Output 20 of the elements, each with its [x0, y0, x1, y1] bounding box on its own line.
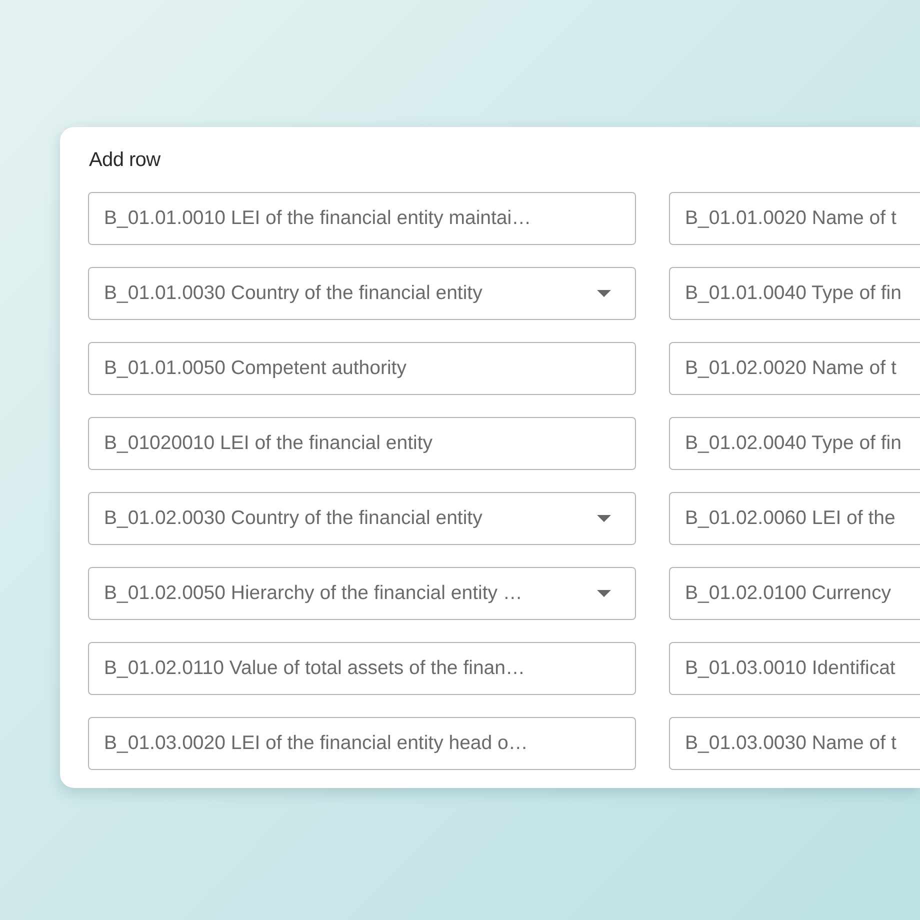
dropdown-field[interactable]: B_01.02.0050 Hierarchy of the financial entity …: [88, 567, 636, 620]
dropdown-field[interactable]: B_01.01.0030 Country of the financial entity: [88, 267, 636, 320]
input-field[interactable]: B_01.03.0010 Identificat: [669, 642, 920, 695]
card-title: Add row: [88, 149, 162, 172]
input-field[interactable]: B_01.02.0020 Name of t: [669, 342, 920, 395]
input-field[interactable]: B_01020010 LEI of the financial entity: [88, 417, 636, 470]
input-field[interactable]: B_01.03.0030 Name of t: [669, 717, 920, 770]
dropdown-field[interactable]: B_01.02.0030 Country of the financial entity: [88, 492, 636, 545]
input-field[interactable]: B_01.03.0020 LEI of the financial entity head o…: [88, 717, 636, 770]
input-field[interactable]: B_01.01.0040 Type of fin: [669, 267, 920, 320]
input-field[interactable]: B_01.02.0100 Currency: [669, 567, 920, 620]
input-field[interactable]: B_01.02.0110 Value of total assets of the finan…: [88, 642, 636, 695]
caret-icon: [597, 590, 611, 597]
input-field[interactable]: B_01.02.0040 Type of fin: [669, 417, 920, 470]
input-field[interactable]: B_01.01.0020 Name of t: [669, 192, 920, 245]
input-field[interactable]: B_01.01.0050 Competent authority: [88, 342, 636, 395]
caret-icon: [597, 290, 611, 297]
input-field[interactable]: B_01.02.0060 LEI of the: [669, 492, 920, 545]
caret-icon: [597, 515, 611, 522]
input-field[interactable]: B_01.01.0010 LEI of the financial entity maintai…: [88, 192, 636, 245]
